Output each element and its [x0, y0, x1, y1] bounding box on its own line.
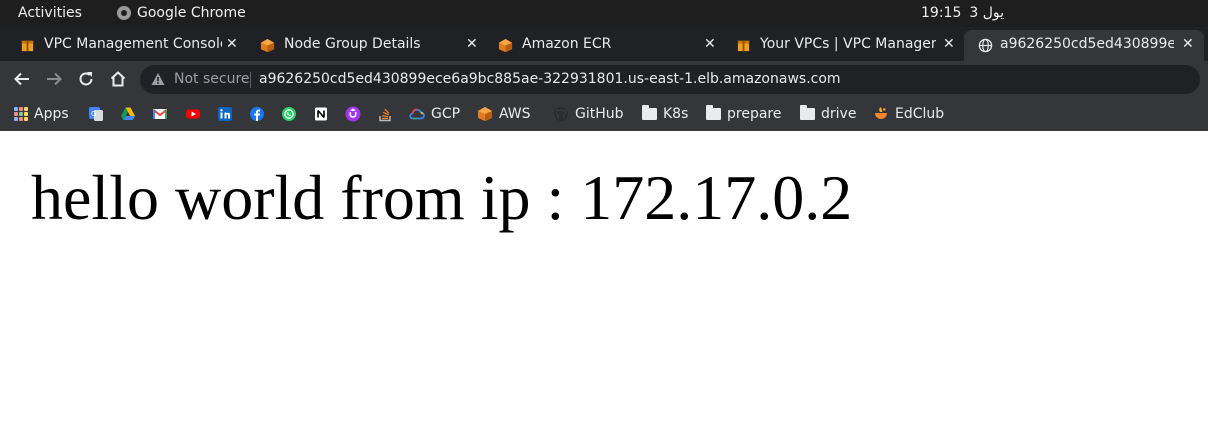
bookmark-label: drive	[821, 106, 857, 122]
bookmarks-bar: Apps G GCP AWS GitHub K8s prepare drive …	[0, 97, 1208, 131]
home-icon	[110, 71, 126, 87]
close-tab-icon[interactable]: ✕	[943, 36, 955, 52]
omnibox-divider	[250, 72, 251, 88]
bookmark-facebook[interactable]	[249, 105, 265, 123]
clock[interactable]: 19:15 3 يول	[921, 5, 1004, 21]
bookmark-edclub[interactable]: EdClub	[873, 105, 944, 123]
home-button[interactable]	[106, 67, 130, 91]
close-tab-icon[interactable]: ✕	[466, 36, 478, 52]
notion-icon	[315, 107, 327, 121]
close-tab-icon[interactable]: ✕	[226, 36, 238, 52]
bookmark-prepare-folder[interactable]: prepare	[706, 105, 781, 123]
bookmark-stackoverflow[interactable]	[377, 105, 393, 123]
bookmark-k8s-folder[interactable]: K8s	[642, 105, 688, 123]
facebook-icon	[250, 107, 264, 121]
google-cloud-icon	[409, 108, 425, 120]
folder-icon	[642, 105, 657, 120]
gmail-icon	[152, 109, 168, 119]
bookmark-translate[interactable]: G	[88, 105, 104, 123]
tab-active-page[interactable]: a9626250cd5ed430899ece6a9bc885ae-3229318…	[964, 30, 1204, 61]
bookmark-label: AWS	[499, 106, 531, 122]
edclub-icon	[875, 107, 887, 119]
github-icon	[554, 107, 568, 121]
bookmark-aws[interactable]: AWS	[477, 105, 531, 123]
bookmark-gcp[interactable]: GCP	[409, 105, 460, 123]
svg-text:G: G	[91, 110, 96, 118]
tab-title: Amazon ECR	[522, 36, 612, 52]
bookmark-udemy[interactable]	[345, 105, 361, 123]
aws-cube-icon	[498, 38, 513, 53]
google-translate-icon: G	[89, 107, 103, 121]
udemy-icon	[345, 106, 361, 122]
tab-strip: VPC Management Console ✕ Node Group Deta…	[0, 27, 1208, 80]
bookmark-linkedin[interactable]	[217, 105, 233, 123]
folder-icon	[706, 105, 721, 120]
back-button[interactable]	[10, 67, 34, 91]
youtube-icon	[186, 109, 200, 119]
aws-cube-icon	[478, 107, 492, 121]
reload-button[interactable]	[74, 67, 98, 91]
clock-date: 3 يول	[969, 5, 1005, 21]
bookmark-whatsapp[interactable]	[281, 105, 297, 123]
folder-icon	[800, 105, 815, 120]
bookmark-apps[interactable]: Apps	[14, 105, 69, 123]
warning-icon[interactable]	[151, 72, 165, 86]
address-bar[interactable]: Not secure a9626250cd5ed430899ece6a9bc88…	[140, 65, 1200, 94]
bookmark-drive-folder[interactable]: drive	[800, 105, 856, 123]
bookmark-github[interactable]: GitHub	[553, 105, 624, 123]
system-top-bar: Activities Google Chrome 19:15 3 يول	[0, 0, 1208, 27]
tab-title: a9626250cd5ed430899ece6a9bc885ae-3229318…	[1000, 36, 1174, 52]
close-tab-icon[interactable]: ✕	[1182, 36, 1194, 52]
linkedin-icon	[218, 107, 232, 121]
stackoverflow-icon	[379, 108, 391, 122]
app-name: Google Chrome	[137, 5, 246, 21]
bookmark-label: GitHub	[575, 106, 624, 122]
forward-button[interactable]	[42, 67, 66, 91]
url-text[interactable]: a9626250cd5ed430899ece6a9bc885ae-3229318…	[259, 71, 841, 87]
bookmark-notion[interactable]	[313, 105, 329, 123]
bookmark-gmail[interactable]	[152, 105, 168, 123]
tab-title: Node Group Details	[284, 36, 421, 52]
reload-icon	[79, 72, 93, 86]
tab-amazon-ecr[interactable]: Amazon ECR ✕	[478, 30, 725, 61]
page-content: hello world from ip : 172.17.0.2	[0, 131, 1208, 422]
tab-title: VPC Management Console	[44, 36, 222, 52]
aws-cube-icon	[260, 38, 275, 53]
bookmark-label: Apps	[34, 106, 69, 122]
chrome-icon	[117, 6, 131, 20]
bookmark-label: prepare	[727, 106, 782, 122]
whatsapp-icon	[282, 107, 296, 121]
tab-your-vpcs[interactable]: Your VPCs | VPC Management Console ✕	[716, 30, 964, 61]
tab-vpc-console[interactable]: VPC Management Console ✕	[0, 30, 243, 61]
apps-grid-icon	[14, 107, 28, 121]
tab-node-group[interactable]: Node Group Details ✕	[240, 30, 487, 61]
security-label[interactable]: Not secure	[174, 71, 250, 87]
google-drive-icon	[121, 107, 135, 120]
tab-title: Your VPCs | VPC Management Console	[760, 36, 936, 52]
arrow-right-icon	[47, 72, 62, 86]
clock-time: 19:15	[921, 5, 962, 21]
browser-toolbar: Not secure a9626250cd5ed430899ece6a9bc88…	[0, 61, 1208, 97]
close-tab-icon[interactable]: ✕	[704, 36, 716, 52]
page-heading: hello world from ip : 172.17.0.2	[31, 162, 853, 233]
bookmark-label: EdClub	[895, 106, 945, 122]
bookmark-label: K8s	[663, 106, 689, 122]
arrow-left-icon	[14, 72, 29, 86]
bookmark-youtube[interactable]	[185, 105, 201, 123]
aws-box-icon	[21, 40, 34, 52]
aws-box-icon	[737, 40, 750, 52]
activities-button[interactable]: Activities	[18, 5, 82, 21]
globe-icon	[978, 38, 993, 53]
bookmark-label: GCP	[431, 106, 461, 122]
app-menu[interactable]: Google Chrome	[117, 5, 246, 21]
bookmark-drive[interactable]	[120, 105, 136, 123]
